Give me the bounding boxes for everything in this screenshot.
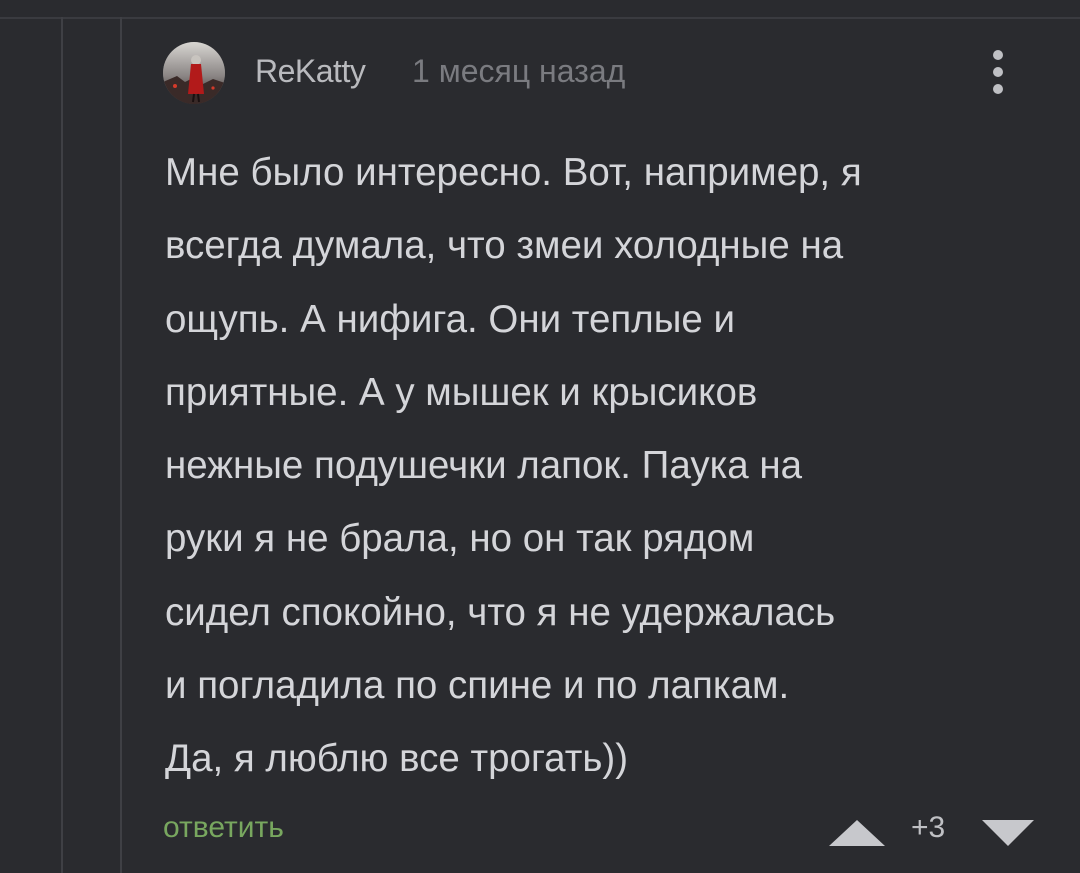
rating-value: +3 <box>911 811 946 844</box>
comment-body: Мне было интересно. Вот, например, я все… <box>165 151 862 781</box>
menu-dot <box>993 50 1003 60</box>
triangle-down-icon[interactable] <box>980 818 1036 848</box>
thread-line-outer <box>61 17 63 873</box>
thread-line-inner <box>120 17 122 873</box>
comment-timestamp[interactable]: 1 месяц назад <box>412 53 625 90</box>
avatar[interactable] <box>163 42 225 104</box>
reply-button[interactable]: ответить <box>163 811 284 845</box>
author-name[interactable]: ReKatty <box>255 53 366 90</box>
menu-dot <box>993 84 1003 94</box>
more-vertical-icon[interactable] <box>983 46 1013 98</box>
comment: ReKatty 1 месяц назад Мне было интересно… <box>163 38 1043 846</box>
avatar-image <box>163 42 225 104</box>
top-divider <box>0 17 1080 19</box>
comment-header: ReKatty 1 месяц назад <box>163 38 1043 108</box>
triangle-up-icon[interactable] <box>827 818 887 848</box>
menu-dot <box>993 67 1003 77</box>
